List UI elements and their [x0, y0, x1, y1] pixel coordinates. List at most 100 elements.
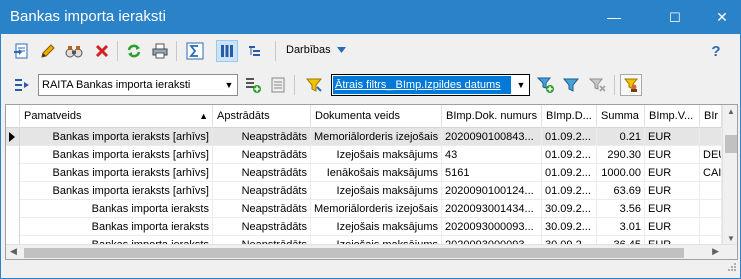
- table-cell[interactable]: CAI: [700, 164, 722, 182]
- chevron-left-icon[interactable]: ◀: [10, 246, 17, 257]
- table-cell[interactable]: 3.56: [597, 200, 645, 218]
- column-header[interactable]: Dokumenta veids: [311, 105, 442, 128]
- quick-filter-combo[interactable]: Ātrais filtrs_ BImp.Izpildes datums ▼: [331, 74, 530, 96]
- actions-menu[interactable]: Darbības: [286, 44, 346, 56]
- table-cell[interactable]: 01.09.2...: [542, 146, 597, 164]
- table-cell[interactable]: EUR: [645, 182, 700, 200]
- table-cell[interactable]: Bankas importa ieraksts [arhīvs]: [20, 182, 213, 200]
- resize-grip-icon[interactable]: [727, 262, 737, 275]
- table-cell[interactable]: Neapstrādāts: [213, 128, 311, 146]
- chevron-down-icon[interactable]: ▼: [727, 234, 735, 243]
- tree-icon[interactable]: [244, 40, 266, 62]
- table-cell[interactable]: 2020090100843...: [442, 128, 542, 146]
- records-grid[interactable]: Pamatveids ▲ Apstrādāts Dokumenta veids …: [5, 104, 738, 260]
- table-cell[interactable]: Neapstrādāts: [213, 182, 311, 200]
- view-combo[interactable]: RAITA Bankas importa ieraksti ▼: [38, 74, 238, 96]
- table-cell[interactable]: Neapstrādāts: [213, 146, 311, 164]
- add-view-icon[interactable]: [242, 74, 264, 96]
- table-row[interactable]: Bankas importa ieraksts [arhīvs] Neapstrā…: [6, 128, 722, 146]
- column-header[interactable]: BImp.V...: [645, 105, 700, 128]
- table-row[interactable]: Bankas importa ieraksts [arhīvs] Neapstrā…: [6, 164, 722, 182]
- table-cell[interactable]: Izejošais maksājums: [311, 182, 442, 200]
- table-cell[interactable]: 2020093000093...: [442, 218, 542, 236]
- help-icon[interactable]: ?: [705, 40, 727, 62]
- horizontal-scrollbar[interactable]: ◀ ▶: [6, 244, 737, 259]
- chevron-down-icon[interactable]: ▼: [513, 75, 529, 95]
- sum-icon[interactable]: [184, 40, 206, 62]
- table-cell[interactable]: Ienākošais maksājums: [311, 164, 442, 182]
- table-cell[interactable]: 2020090100124...: [442, 182, 542, 200]
- column-header[interactable]: BIr: [700, 105, 722, 128]
- table-cell[interactable]: 01.09.2...: [542, 182, 597, 200]
- table-cell[interactable]: Izejošais maksājums: [311, 218, 442, 236]
- table-cell[interactable]: 63.69: [597, 182, 645, 200]
- print-icon[interactable]: [149, 40, 171, 62]
- table-row[interactable]: Bankas importa ieraksts [arhīvs] Neapstrā…: [6, 146, 722, 164]
- table-cell[interactable]: DEU: [700, 146, 722, 164]
- row-header[interactable]: [6, 164, 20, 182]
- table-cell[interactable]: Bankas importa ieraksts [arhīvs]: [20, 164, 213, 182]
- column-header[interactable]: BImp.D...: [542, 105, 597, 128]
- table-cell[interactable]: 1000.00: [597, 164, 645, 182]
- table-cell[interactable]: 2020093001434...: [442, 200, 542, 218]
- table-cell[interactable]: Neapstrādāts: [213, 218, 311, 236]
- new-record-icon[interactable]: [11, 40, 33, 62]
- table-cell[interactable]: [700, 218, 722, 236]
- person-filter-icon[interactable]: [620, 74, 642, 96]
- column-header[interactable]: Apstrādāts: [213, 105, 311, 128]
- filter-settings-icon[interactable]: [560, 74, 582, 96]
- chevron-down-icon[interactable]: ▼: [221, 75, 237, 95]
- table-cell[interactable]: [700, 182, 722, 200]
- scroll-thumb[interactable]: [725, 135, 737, 153]
- table-cell[interactable]: 0.21: [597, 128, 645, 146]
- table-cell[interactable]: [700, 200, 722, 218]
- vertical-scrollbar[interactable]: ▲ ▼: [722, 105, 737, 245]
- delete-icon[interactable]: [91, 40, 113, 62]
- table-cell[interactable]: Neapstrādāts: [213, 200, 311, 218]
- row-header[interactable]: [6, 200, 20, 218]
- table-cell[interactable]: Bankas importa ieraksts: [20, 200, 213, 218]
- column-header[interactable]: BImp.Dok. numurs: [442, 105, 542, 128]
- table-cell[interactable]: 290.30: [597, 146, 645, 164]
- refresh-icon[interactable]: [123, 40, 145, 62]
- chevron-up-icon[interactable]: ▲: [727, 107, 735, 116]
- table-cell[interactable]: EUR: [645, 200, 700, 218]
- table-cell[interactable]: [700, 128, 722, 146]
- table-cell[interactable]: 01.09.2...: [542, 164, 597, 182]
- row-header[interactable]: [6, 128, 20, 146]
- table-cell[interactable]: Izejošais maksājums: [311, 146, 442, 164]
- table-cell[interactable]: 30.09.2...: [542, 200, 597, 218]
- table-cell[interactable]: 3.01: [597, 218, 645, 236]
- view-list-icon[interactable]: [267, 74, 289, 96]
- table-cell[interactable]: EUR: [645, 164, 700, 182]
- row-header[interactable]: [6, 146, 20, 164]
- filter-icon[interactable]: [303, 74, 325, 96]
- table-cell[interactable]: Bankas importa ieraksts [arhīvs]: [20, 128, 213, 146]
- column-header[interactable]: Pamatveids ▲: [20, 105, 213, 128]
- edit-icon[interactable]: [37, 40, 59, 62]
- table-cell[interactable]: EUR: [645, 218, 700, 236]
- table-row[interactable]: Bankas importa ieraksts [arhīvs] Neapstrā…: [6, 182, 722, 200]
- columns-icon[interactable]: [216, 40, 238, 62]
- table-cell[interactable]: EUR: [645, 128, 700, 146]
- column-header[interactable]: Summa: [597, 105, 645, 128]
- view-icon[interactable]: [63, 40, 85, 62]
- table-cell[interactable]: EUR: [645, 146, 700, 164]
- table-cell[interactable]: Bankas importa ieraksts [arhīvs]: [20, 146, 213, 164]
- table-cell[interactable]: 01.09.2...: [542, 128, 597, 146]
- table-row[interactable]: Bankas importa ieraksts Neapstrādāts Memor…: [6, 200, 722, 218]
- chevron-right-icon[interactable]: ▶: [712, 246, 719, 257]
- row-header[interactable]: [6, 218, 20, 236]
- table-cell[interactable]: Neapstrādāts: [213, 164, 311, 182]
- table-cell[interactable]: 5161: [442, 164, 542, 182]
- table-cell[interactable]: Bankas importa ieraksts: [20, 218, 213, 236]
- scroll-thumb[interactable]: [24, 248, 684, 258]
- table-cell[interactable]: 30.09.2...: [542, 218, 597, 236]
- table-cell[interactable]: Memoriālorderis izejošais: [311, 128, 442, 146]
- close-button[interactable]: ✕: [704, 1, 740, 34]
- table-row[interactable]: Bankas importa ierakstsNeapstrādātsIzejo…: [6, 218, 722, 236]
- view-select-icon[interactable]: [11, 74, 33, 96]
- row-header[interactable]: [6, 182, 20, 200]
- table-cell[interactable]: 43: [442, 146, 542, 164]
- clear-filter-icon[interactable]: [587, 74, 609, 96]
